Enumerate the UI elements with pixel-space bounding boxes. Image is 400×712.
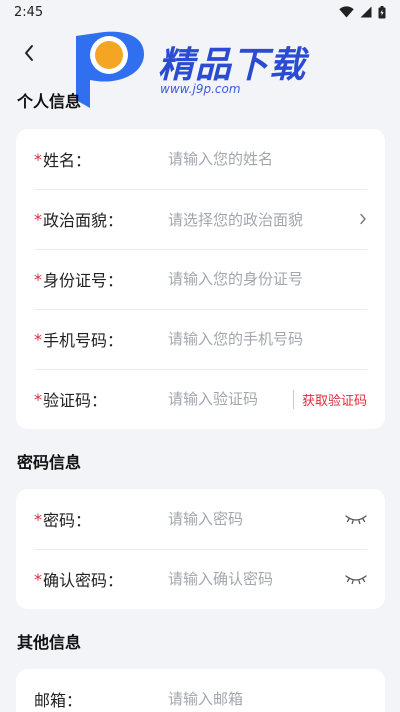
required-mark: *	[34, 569, 42, 589]
header: 精品下载 www.j9p.com	[0, 30, 400, 108]
phone-input[interactable]	[168, 330, 367, 348]
section-title-personal: 个人信息	[17, 92, 82, 111]
id-number-row: * 身份证号：	[16, 249, 385, 309]
wifi-icon	[339, 6, 354, 18]
political-label: * 政治面貌：	[34, 209, 124, 231]
eye-closed-icon[interactable]	[343, 513, 367, 525]
phone-label: * 手机号码：	[34, 329, 124, 351]
password-row: * 密码：	[16, 489, 385, 549]
eye-closed-icon[interactable]	[343, 573, 367, 585]
watermark-url: www.j9p.com	[160, 82, 241, 96]
name-input[interactable]	[168, 150, 367, 168]
status-icons	[339, 5, 386, 19]
email-input[interactable]	[168, 690, 367, 708]
code-label: * 验证码：	[34, 389, 108, 411]
required-mark: *	[34, 329, 42, 349]
required-mark: *	[34, 509, 42, 529]
password-info-card: * 密码： * 确认密码：	[16, 489, 385, 609]
signal-icon	[360, 6, 372, 18]
other-info-card: 邮箱：	[16, 669, 385, 712]
confirm-password-input[interactable]	[168, 570, 343, 588]
section-title-other: 其他信息	[17, 633, 82, 652]
chevron-left-icon	[23, 44, 35, 66]
email-label: 邮箱：	[34, 691, 83, 710]
password-label: * 密码：	[34, 509, 92, 531]
battery-icon	[378, 5, 386, 19]
required-mark: *	[34, 269, 42, 289]
code-input[interactable]	[168, 390, 293, 408]
required-mark: *	[34, 149, 42, 169]
political-select[interactable]: 请选择您的政治面貌	[168, 209, 351, 230]
get-code-button[interactable]: 获取验证码	[292, 389, 367, 409]
email-row: 邮箱：	[16, 669, 385, 712]
watermark: 精品下载 www.j9p.com	[68, 30, 328, 108]
confirm-password-label: * 确认密码：	[34, 569, 124, 591]
required-mark: *	[34, 389, 42, 409]
political-row[interactable]: * 政治面貌： 请选择您的政治面貌	[16, 189, 385, 249]
status-time: 2:45	[14, 4, 44, 20]
back-button[interactable]	[14, 40, 44, 70]
watermark-title: 精品下载	[158, 45, 307, 86]
register-page: 2:45 精品下载 www.j9p.com 个人信息 * 姓名： 请输入您的姓名…	[0, 0, 400, 712]
password-input[interactable]	[168, 510, 343, 528]
name-row: * 姓名：	[16, 129, 385, 189]
phone-row: * 手机号码：	[16, 309, 385, 369]
section-title-password: 密码信息	[17, 453, 82, 472]
required-mark: *	[34, 209, 42, 229]
id-number-input[interactable]	[168, 270, 367, 288]
status-bar: 2:45	[0, 0, 400, 24]
chevron-right-icon	[351, 213, 367, 225]
confirm-password-row: * 确认密码：	[16, 549, 385, 609]
name-label: * 姓名：	[34, 149, 92, 171]
code-row: * 验证码： 获取验证码	[16, 369, 385, 429]
personal-info-card: * 姓名： * 政治面貌： 请选择您的政治面貌 * 身份证号： *	[16, 129, 385, 429]
id-number-label: * 身份证号：	[34, 269, 124, 291]
